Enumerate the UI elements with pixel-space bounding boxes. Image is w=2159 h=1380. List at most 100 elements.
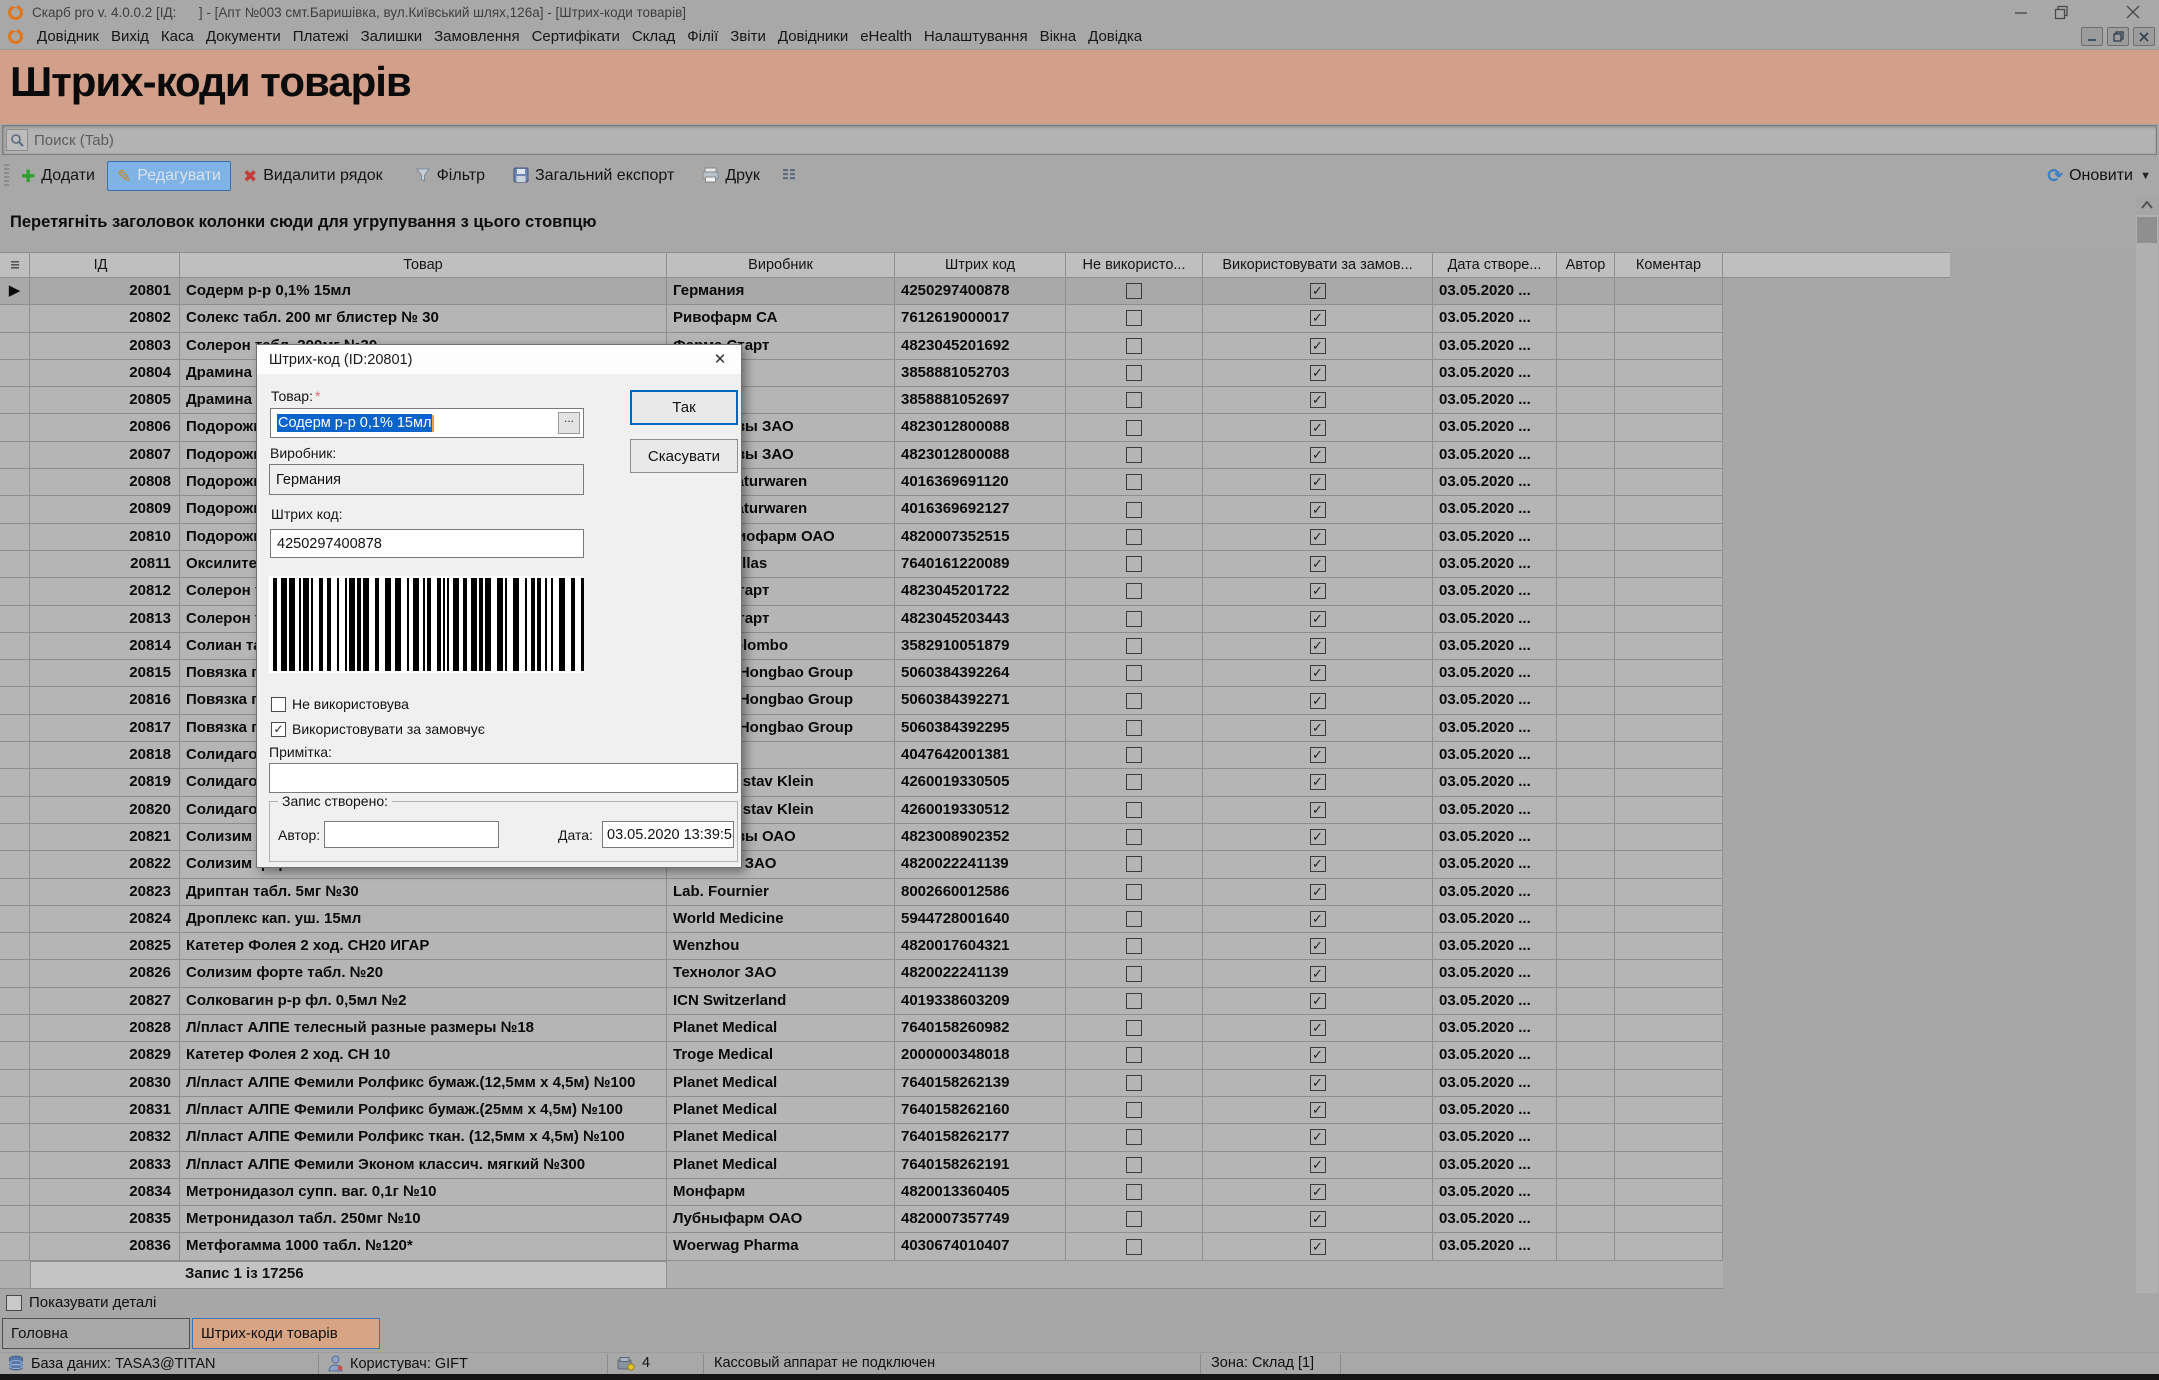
column-header[interactable]: Штрих код	[895, 253, 1066, 277]
filter-button[interactable]: Фільтр	[406, 162, 494, 191]
checkbox-checked[interactable]: ✓	[1310, 1020, 1326, 1036]
checkbox-checked[interactable]: ✓	[1310, 447, 1326, 463]
menu-item-сертифікати[interactable]: Сертифікати	[526, 25, 626, 48]
checkbox-unchecked[interactable]	[1126, 365, 1142, 381]
checkbox-checked[interactable]: ✓	[1310, 529, 1326, 545]
checkbox-unchecked[interactable]	[1126, 1020, 1142, 1036]
menu-item-залишки[interactable]: Залишки	[355, 25, 429, 48]
checkbox-unchecked[interactable]	[1126, 1075, 1142, 1091]
checkbox-unchecked[interactable]	[1126, 1129, 1142, 1145]
checkbox-unchecked[interactable]	[1126, 1239, 1142, 1255]
table-row[interactable]: 20827Солковагин р-р фл. 0,5мл №2ICN Swit…	[0, 988, 1723, 1015]
menu-item-документи[interactable]: Документи	[200, 25, 287, 48]
checkbox-unchecked[interactable]	[1126, 1157, 1142, 1173]
browse-button[interactable]: ...	[558, 412, 580, 434]
checkbox-checked[interactable]: ✓	[1310, 1239, 1326, 1255]
print-button[interactable]: Друк	[693, 162, 769, 191]
cancel-button[interactable]: Скасувати	[630, 439, 738, 473]
checkbox-checked[interactable]: ✓	[1310, 856, 1326, 872]
scrollbar-thumb[interactable]	[2137, 217, 2157, 243]
checkbox-checked[interactable]: ✓	[1310, 1129, 1326, 1145]
menu-item-вікна[interactable]: Вікна	[1034, 25, 1083, 48]
add-button[interactable]: ✚ Додати	[12, 162, 104, 190]
date-input[interactable]: 03.05.2020 13:39:53	[602, 821, 734, 848]
checkbox-unchecked[interactable]	[1126, 1047, 1142, 1063]
tab-home[interactable]: Головна	[2, 1318, 190, 1349]
checkbox-unchecked[interactable]	[1126, 665, 1142, 681]
manufacturer-input[interactable]: Германия	[269, 464, 584, 495]
checkbox-checked[interactable]: ✓	[1310, 502, 1326, 518]
not-use-checkbox-row[interactable]: Не використовува	[271, 696, 409, 712]
menu-item-каса[interactable]: Каса	[155, 25, 200, 48]
mdi-close-button[interactable]	[2133, 27, 2155, 46]
menu-item-ehealth[interactable]: eHealth	[854, 25, 918, 48]
column-header[interactable]: ІД	[30, 253, 180, 277]
checkbox-checked[interactable]: ✓	[1310, 338, 1326, 354]
checkbox-unchecked[interactable]	[1126, 856, 1142, 872]
menu-item-звіти[interactable]: Звіти	[724, 25, 772, 48]
column-header[interactable]: Не використо...	[1066, 253, 1203, 277]
menu-item-довідка[interactable]: Довідка	[1082, 25, 1148, 48]
checkbox-unchecked[interactable]	[1126, 447, 1142, 463]
checkbox-checked[interactable]: ✓	[1310, 638, 1326, 654]
restore-button[interactable]	[2041, 0, 2081, 24]
tab-barcodes[interactable]: Штрих-коди товарів	[192, 1318, 380, 1349]
checkbox-unchecked[interactable]	[1126, 611, 1142, 627]
table-row[interactable]: 20833Л/пласт АЛПЕ Фемили Эконом классич.…	[0, 1152, 1723, 1179]
checkbox-checked[interactable]: ✓	[1310, 993, 1326, 1009]
checkbox-unchecked[interactable]	[1126, 747, 1142, 763]
show-details-checkbox[interactable]	[6, 1295, 22, 1311]
refresh-dropdown-arrow[interactable]: ▼	[2140, 170, 2151, 182]
barcode-input[interactable]: 4250297400878	[270, 529, 584, 558]
delete-row-button[interactable]: ✖ Видалити рядок	[234, 162, 392, 190]
checkbox-unchecked[interactable]	[1126, 829, 1142, 845]
checkbox-unchecked[interactable]	[1126, 1211, 1142, 1227]
table-row[interactable]: 20835Метронидазол табл. 250мг №10Лубныфа…	[0, 1206, 1723, 1233]
checkbox-checked[interactable]: ✓	[1310, 774, 1326, 790]
checkbox-checked[interactable]: ✓	[1310, 720, 1326, 736]
column-header[interactable]: Використовувати за замов...	[1203, 253, 1433, 277]
table-row[interactable]: 20834Метронидазол супп. ваг. 0,1г №10Мон…	[0, 1179, 1723, 1206]
column-header[interactable]: Виробник	[667, 253, 895, 277]
checkbox-checked[interactable]: ✓	[1310, 665, 1326, 681]
search-input[interactable]: Поиск (Tab)	[2, 125, 2157, 155]
checkbox-checked[interactable]: ✓	[1310, 829, 1326, 845]
dialog-close-button[interactable]: ✕	[707, 348, 733, 370]
vertical-scrollbar[interactable]	[2136, 195, 2158, 1293]
checkbox-unchecked[interactable]	[1126, 474, 1142, 490]
column-header[interactable]: Товар	[180, 253, 667, 277]
menu-item-довідник[interactable]: Довідник	[31, 25, 105, 48]
checkbox-unchecked[interactable]	[1126, 638, 1142, 654]
checkbox-checked[interactable]: ✓	[1310, 420, 1326, 436]
checkbox-unchecked[interactable]	[1126, 583, 1142, 599]
menu-item-замовлення[interactable]: Замовлення	[428, 25, 525, 48]
toolbar-drag-handle[interactable]	[4, 164, 9, 188]
scroll-up-button[interactable]	[2136, 195, 2158, 215]
checkbox-checked[interactable]: ✓	[1310, 365, 1326, 381]
checkbox-unchecked[interactable]	[1126, 911, 1142, 927]
checkbox-checked[interactable]: ✓	[1310, 911, 1326, 927]
menu-item-платежі[interactable]: Платежі	[287, 25, 355, 48]
checkbox-unchecked[interactable]	[1126, 720, 1142, 736]
refresh-button[interactable]: ⟳ Оновити	[2047, 165, 2133, 188]
checkbox-unchecked[interactable]	[1126, 310, 1142, 326]
checkbox-checked[interactable]: ✓	[1310, 583, 1326, 599]
column-chooser-button[interactable]	[772, 162, 806, 191]
table-row[interactable]: 20831Л/пласт АЛПЕ Фемили Ролфикс бумаж.(…	[0, 1097, 1723, 1124]
table-row[interactable]: 20829Катетер Фолея 2 ход. СН 10Troge Med…	[0, 1042, 1723, 1069]
note-input[interactable]	[269, 763, 738, 793]
checkbox-checked[interactable]: ✓	[1310, 1184, 1326, 1200]
mdi-restore-button[interactable]	[2107, 27, 2129, 46]
checkbox-checked[interactable]: ✓	[1310, 310, 1326, 326]
table-row[interactable]: 20824Дроплекс кап. уш. 15млWorld Medicin…	[0, 906, 1723, 933]
checkbox-unchecked[interactable]	[1126, 802, 1142, 818]
table-row[interactable]: 20830Л/пласт АЛПЕ Фемили Ролфикс бумаж.(…	[0, 1070, 1723, 1097]
use-default-checkbox[interactable]: ✓	[271, 722, 286, 737]
checkbox-checked[interactable]: ✓	[1310, 1157, 1326, 1173]
menu-item-філії[interactable]: Філії	[681, 25, 724, 48]
close-button[interactable]	[2113, 0, 2153, 24]
table-row[interactable]: 20823Дриптан табл. 5мг №30Lab. Fournier8…	[0, 879, 1723, 906]
table-row[interactable]: 20825Катетер Фолея 2 ход. СН20 ИГАРWenzh…	[0, 933, 1723, 960]
checkbox-checked[interactable]: ✓	[1310, 1211, 1326, 1227]
column-header[interactable]: Дата створе...	[1433, 253, 1557, 277]
